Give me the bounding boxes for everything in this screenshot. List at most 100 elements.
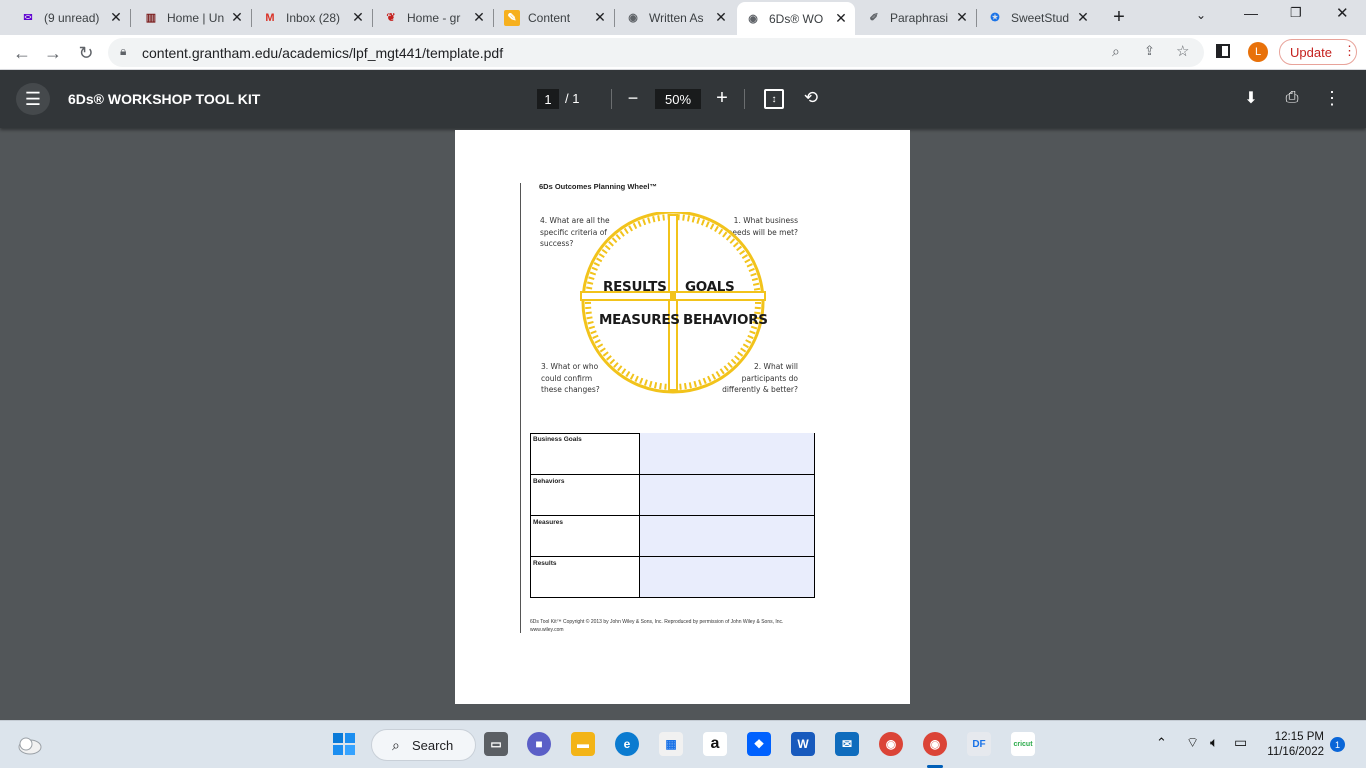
task-view-icon[interactable]: ▭	[484, 732, 508, 756]
tab-home-grantham[interactable]: ❦ Home - gr ✕	[375, 4, 493, 31]
file-explorer-icon[interactable]: ▬	[571, 732, 595, 756]
tab-6ds-workshop-active[interactable]: ◉ 6Ds® WO ✕	[737, 2, 855, 35]
content-icon: ✎	[504, 9, 520, 26]
system-clock[interactable]: 12:15 PM 11/16/2022	[1264, 730, 1324, 760]
table-row: Measures	[531, 515, 814, 556]
tab-title: SweetStud	[1011, 10, 1070, 25]
show-hidden-icons-chevron-icon[interactable]: ⌃	[1156, 735, 1167, 751]
tab-search-chevron-icon[interactable]: ⌄	[1196, 8, 1206, 22]
windows-start-icon[interactable]	[332, 732, 356, 756]
volume-icon[interactable]: 🔈︎	[1210, 734, 1218, 751]
lock-icon: 🔒︎	[120, 44, 127, 58]
cricut-icon[interactable]: cricut	[1011, 732, 1035, 756]
close-tab-icon[interactable]: ✕	[833, 10, 849, 27]
tab-title: Inbox (28)	[286, 10, 341, 25]
rotate-icon[interactable]: ⟲	[801, 87, 821, 109]
wheel-label-results: RESULTS	[603, 279, 667, 295]
more-options-icon[interactable]: ⋮	[1322, 87, 1342, 109]
tab-home-university[interactable]: ▥ Home | Un ✕	[135, 4, 251, 31]
wheel-label-measures: MEASURES	[599, 312, 680, 328]
pdf-app-icon[interactable]: DF	[967, 732, 991, 756]
zoom-level-input[interactable]: 50%	[655, 89, 701, 109]
row-input-behaviors[interactable]	[640, 475, 814, 516]
windows-taskbar: ⌕ Search ▭ ■ ▬ e ▦ a ❖ W ✉ ◉ ◉ DF cricut…	[0, 720, 1366, 768]
page-number-input[interactable]: 1	[537, 89, 559, 109]
close-tab-icon[interactable]: ✕	[592, 9, 608, 26]
wheel-label-behaviors: BEHAVIORS	[683, 312, 768, 328]
tab-sweetstudy[interactable]: ✪ SweetStud ✕	[979, 4, 1097, 31]
page-total: / 1	[565, 91, 580, 106]
row-input-measures[interactable]	[640, 516, 814, 556]
outcomes-table: Business Goals Behaviors Measures Result…	[530, 433, 815, 598]
tab-gmail-inbox[interactable]: M Inbox (28) ✕	[254, 4, 372, 31]
tab-title: 6Ds® WO	[769, 11, 824, 26]
side-panel-icon[interactable]	[1216, 44, 1230, 58]
browser-toolbar: ← → ↻ 🔒︎ content.grantham.edu/academics/…	[0, 35, 1366, 70]
share-icon[interactable]: ⇪	[1144, 43, 1155, 59]
kebab-menu-icon: ⋮	[1343, 43, 1356, 58]
search-label: Search	[412, 737, 454, 753]
weather-icon[interactable]	[16, 732, 42, 758]
margin-rule	[520, 183, 521, 633]
forward-icon[interactable]: →	[40, 40, 66, 66]
row-input-business-goals[interactable]	[640, 433, 814, 475]
microsoft-store-icon[interactable]: ▦	[659, 732, 683, 756]
mail-icon[interactable]: ✉	[835, 732, 859, 756]
chrome-profile-icon[interactable]: ◉	[879, 732, 903, 756]
row-label-behaviors: Behaviors	[531, 475, 640, 516]
amazon-icon[interactable]: a	[703, 732, 727, 756]
back-icon[interactable]: ←	[9, 40, 35, 66]
globe-icon: ◉	[748, 13, 758, 25]
profile-avatar[interactable]: L	[1248, 42, 1268, 62]
window-close-icon[interactable]: ✕	[1336, 4, 1349, 22]
zoom-in-icon[interactable]: +	[712, 87, 732, 109]
tab-content[interactable]: ✎ Content ✕	[496, 4, 614, 31]
row-label-results: Results	[531, 557, 640, 597]
close-tab-icon[interactable]: ✕	[954, 9, 970, 26]
table-row: Behaviors	[531, 474, 814, 516]
yahoo-mail-icon: ✉	[23, 12, 33, 24]
close-tab-icon[interactable]: ✕	[1075, 9, 1091, 26]
close-tab-icon[interactable]: ✕	[108, 9, 124, 26]
zoom-out-icon[interactable]: −	[624, 87, 642, 109]
table-row: Business Goals	[531, 433, 814, 475]
dropbox-icon[interactable]: ❖	[747, 732, 771, 756]
restore-icon[interactable]: ❐	[1290, 5, 1302, 21]
bookmark-star-icon[interactable]: ☆	[1176, 42, 1189, 60]
minimize-icon[interactable]: —	[1244, 5, 1258, 21]
edge-icon[interactable]: e	[615, 732, 639, 756]
new-tab-icon[interactable]: +	[1108, 6, 1130, 28]
teams-chat-icon[interactable]: ■	[527, 732, 551, 756]
close-tab-icon[interactable]: ✕	[471, 9, 487, 26]
tab-paraphrasing[interactable]: ✐ Paraphrasi ✕	[858, 4, 976, 31]
university-icon: ▥	[145, 12, 157, 24]
update-button[interactable]: Update ⋮	[1279, 39, 1357, 65]
wifi-icon[interactable]: ⌔	[1186, 734, 1199, 752]
chrome-active-icon[interactable]: ◉	[923, 732, 947, 756]
fit-page-icon[interactable]: ↕	[764, 89, 784, 109]
taskbar-search[interactable]: ⌕ Search	[371, 729, 476, 761]
close-tab-icon[interactable]: ✕	[229, 9, 245, 26]
close-tab-icon[interactable]: ✕	[350, 9, 366, 26]
print-icon[interactable]: ⎙	[1281, 87, 1303, 109]
word-icon[interactable]: W	[791, 732, 815, 756]
download-icon[interactable]: ⬇	[1241, 87, 1261, 109]
address-bar[interactable]: 🔒︎ content.grantham.edu/academics/lpf_mg…	[108, 38, 1204, 67]
zoom-magnifier-icon[interactable]: ⌕	[1112, 43, 1120, 60]
gmail-icon: M	[265, 11, 275, 24]
tab-title: Written As	[649, 10, 704, 25]
update-label: Update	[1290, 44, 1332, 60]
paraphrase-icon: ✐	[869, 12, 879, 24]
tab-yahoo-mail[interactable]: ✉ (9 unread) ✕	[12, 4, 130, 31]
notification-badge[interactable]: 1	[1330, 737, 1345, 752]
reload-icon[interactable]: ↻	[73, 40, 99, 66]
row-input-results[interactable]	[640, 557, 814, 597]
close-tab-icon[interactable]: ✕	[713, 9, 729, 26]
outcomes-planning-wheel	[580, 212, 766, 394]
row-label-business-goals: Business Goals	[531, 433, 640, 475]
tab-written-assignment[interactable]: ◉ Written As ✕	[617, 4, 735, 31]
battery-icon[interactable]: ▭	[1234, 734, 1247, 751]
row-label-measures: Measures	[531, 516, 640, 556]
hamburger-menu-icon[interactable]: ☰	[16, 83, 50, 115]
tab-title: Content	[528, 10, 571, 25]
